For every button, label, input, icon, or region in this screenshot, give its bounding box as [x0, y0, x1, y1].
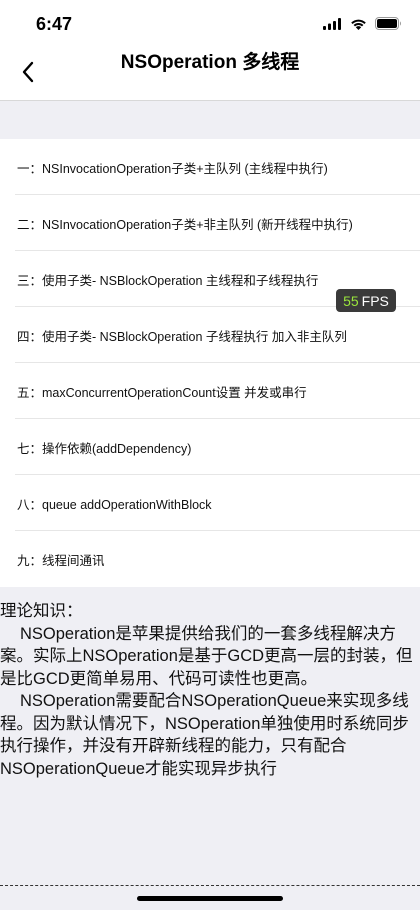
home-indicator [137, 896, 283, 901]
menu-item[interactable]: 八：queue addOperationWithBlock [0, 475, 420, 531]
navigation-bar: NSOperation 多线程 [0, 48, 420, 101]
menu-item-label: 一：NSInvocationOperation子类+主队列 (主线程中执行) [17, 161, 328, 176]
chevron-left-icon [21, 61, 35, 87]
menu-item-label: 九：线程间通讯 [17, 553, 105, 568]
menu-item[interactable]: 一：NSInvocationOperation子类+主队列 (主线程中执行) [0, 139, 420, 195]
back-button[interactable] [10, 56, 46, 92]
menu-item[interactable]: 五：maxConcurrentOperationCount设置 并发或串行 [0, 363, 420, 419]
theory-text: 理论知识： NSOperation是苹果提供给我们的一套多线程解决方案。实际上N… [0, 600, 420, 780]
signal-icon [323, 15, 342, 34]
menu-item[interactable]: 二：NSInvocationOperation子类+非主队列 (新开线程中执行) [0, 195, 420, 251]
fps-value: 55 [343, 292, 359, 309]
menu-item[interactable]: 九：线程间通讯 [0, 531, 420, 587]
status-icons [323, 15, 402, 34]
menu-list: 一：NSInvocationOperation子类+主队列 (主线程中执行) 二… [0, 139, 420, 587]
menu-item-label: 三：使用子类- NSBlockOperation 主线程和子线程执行 [17, 273, 319, 288]
battery-icon [375, 15, 402, 34]
status-bar: 6:47 [0, 0, 420, 48]
menu-item-label: 七：操作依赖(addDependency) [17, 441, 192, 456]
theory-heading: 理论知识： [0, 602, 83, 620]
status-time: 6:47 [36, 14, 73, 34]
menu-item-label: 八：queue addOperationWithBlock [17, 497, 212, 512]
wifi-icon [350, 15, 367, 34]
menu-item-label: 二：NSInvocationOperation子类+非主队列 (新开线程中执行) [17, 217, 353, 232]
menu-item[interactable]: 四：使用子类- NSBlockOperation 子线程执行 加入非主队列 [0, 307, 420, 363]
fps-badge: 55 FPS [336, 289, 396, 312]
menu-item-label: 五：maxConcurrentOperationCount设置 并发或串行 [17, 385, 307, 400]
theory-paragraph: NSOperation是苹果提供给我们的一套多线程解决方案。实际上NSOpera… [0, 624, 413, 688]
section-header-spacer [0, 101, 420, 139]
theory-paragraph: NSOperation需要配合NSOperationQueue来实现多线程。因为… [0, 692, 409, 778]
fps-unit: FPS [361, 292, 389, 309]
menu-item[interactable]: 七：操作依赖(addDependency) [0, 419, 420, 475]
page-title: NSOperation 多线程 [120, 52, 300, 73]
menu-item-label: 四：使用子类- NSBlockOperation 子线程执行 加入非主队列 [17, 329, 347, 344]
dashed-divider [0, 885, 420, 886]
